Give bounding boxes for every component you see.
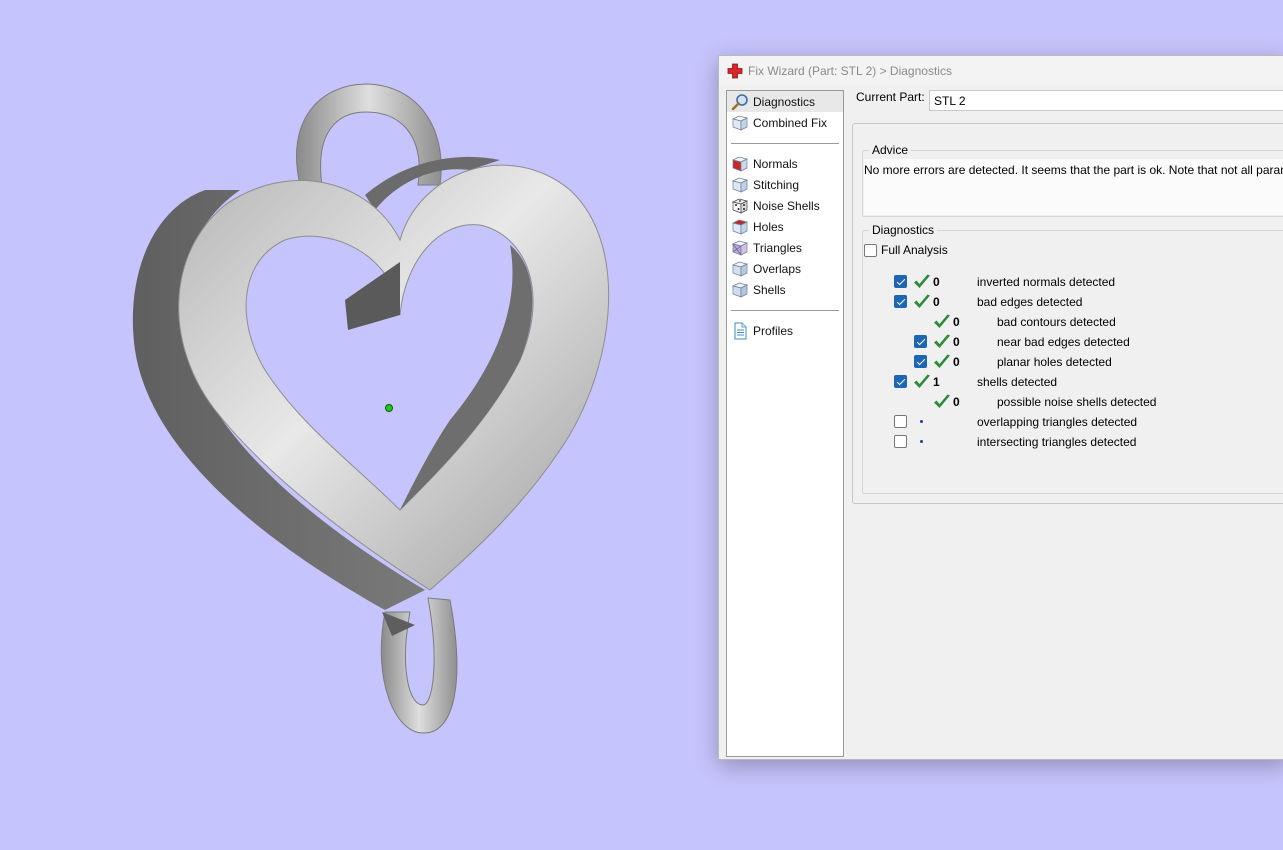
diagnostic-label: inverted normals detected [977, 275, 1116, 289]
red-cross-icon [727, 63, 743, 79]
diagnostics-panel: Advice Diagnostics No more errors are de… [852, 123, 1283, 504]
nav-item-label: Diagnostics [753, 94, 816, 109]
green-checkmark-icon [932, 312, 952, 332]
diagnostic-label: planar holes detected [997, 355, 1112, 369]
nav-item-triangles[interactable]: Triangles [727, 237, 843, 258]
nav-item-label: Noise Shells [753, 198, 820, 213]
full-analysis-row[interactable]: Full Analysis [864, 243, 948, 257]
nav-item-label: Triangles [753, 240, 802, 255]
nav-item-profiles[interactable]: Profiles [727, 320, 843, 341]
magnifier-icon [731, 93, 749, 111]
nav-separator [731, 310, 839, 311]
triangles-cube-icon [731, 239, 749, 257]
nav-item-label: Profiles [753, 323, 794, 338]
diagnostic-count: 0 [933, 295, 940, 309]
diagnostic-row-planar-holes-detected: 0 planar holes detected [853, 353, 1283, 371]
full-analysis-checkbox[interactable] [864, 243, 877, 257]
rotation-center-marker [385, 404, 393, 412]
diagnostic-checkbox[interactable] [914, 335, 927, 348]
normals-cube-icon [731, 155, 749, 173]
nav-item-label: Combined Fix [753, 115, 828, 130]
diagnostic-row-possible-noise-shells-detected: 0 possible noise shells detected [853, 393, 1283, 411]
green-checkmark-icon [912, 272, 932, 292]
cube-icon [731, 114, 749, 132]
diagnostic-label: bad edges detected [977, 295, 1083, 309]
diagnostic-count: 0 [933, 275, 940, 289]
current-part-field[interactable]: STL 2 [929, 90, 1283, 111]
fix-wizard-nav: Diagnostics Combined Fix Normals Stitching N… [726, 90, 844, 757]
nav-item-label: Normals [753, 156, 798, 171]
pending-dot-icon [920, 420, 923, 423]
diagnostic-checkbox[interactable] [894, 435, 907, 448]
diagnostic-count: 0 [953, 315, 960, 329]
current-part-label: Current Part: [856, 90, 925, 104]
diagnostic-checkbox[interactable] [894, 375, 907, 388]
full-analysis-label: Full Analysis [881, 243, 948, 257]
nav-item-holes[interactable]: Holes [727, 216, 843, 237]
stitching-cube-icon [731, 176, 749, 194]
diagnostic-count: 0 [953, 355, 960, 369]
diagnostic-row-inverted-normals-detected: 0 inverted normals detected [853, 273, 1283, 291]
diagnostic-checkbox[interactable] [894, 415, 907, 428]
nav-item-normals[interactable]: Normals [727, 153, 843, 174]
advice-group: Advice [862, 143, 1283, 217]
diagnostic-label: possible noise shells detected [997, 395, 1157, 409]
diagnostic-label: bad contours detected [997, 315, 1116, 329]
diagnostic-label: overlapping triangles detected [977, 415, 1138, 429]
3d-viewport[interactable] [0, 0, 720, 850]
nav-item-label: Overlaps [753, 261, 802, 276]
fix-wizard-dialog: Fix Wizard (Part: STL 2) > Diagnostics D… [718, 55, 1283, 760]
nav-item-shells[interactable]: Shells [727, 279, 843, 300]
nav-item-label: Holes [753, 219, 784, 234]
heart-pendant-model [132, 83, 610, 734]
green-checkmark-icon [932, 352, 952, 372]
diagnostic-row-bad-contours-detected: 0 bad contours detected [853, 313, 1283, 331]
diagnostic-label: shells detected [977, 375, 1058, 389]
green-checkmark-icon [932, 392, 952, 412]
pending-dot-icon [920, 440, 923, 443]
profiles-document-icon [731, 322, 749, 340]
diagnostic-row-intersecting-triangles-detected: intersecting triangles detected [853, 433, 1283, 451]
green-checkmark-icon [932, 332, 952, 352]
diagnostic-count: 0 [953, 395, 960, 409]
nav-item-overlaps[interactable]: Overlaps [727, 258, 843, 279]
shells-cube-icon [731, 281, 749, 299]
overlaps-cube-icon [731, 260, 749, 278]
diagnostic-count: 0 [953, 335, 960, 349]
nav-separator [731, 143, 839, 144]
green-checkmark-icon [912, 372, 932, 392]
diagnostic-row-bad-edges-detected: 0 bad edges detected [853, 293, 1283, 311]
dialog-title: Fix Wizard (Part: STL 2) > Diagnostics [748, 64, 952, 78]
diagnostic-label: near bad edges detected [997, 335, 1130, 349]
diagnostic-row-shells-detected: 1 shells detected [853, 373, 1283, 391]
nav-item-combined-fix[interactable]: Combined Fix [727, 112, 843, 133]
advice-legend: Advice [869, 143, 912, 157]
nav-item-diagnostics[interactable]: Diagnostics [727, 91, 843, 112]
diagnostic-row-near-bad-edges-detected: 0 near bad edges detected [853, 333, 1283, 351]
nav-item-label: Stitching [753, 177, 800, 192]
diagnostic-checkbox[interactable] [894, 295, 907, 308]
diagnostics-legend: Diagnostics [869, 223, 938, 237]
green-checkmark-icon [912, 292, 932, 312]
diagnostic-label: intersecting triangles detected [977, 435, 1137, 449]
advice-text: No more errors are detected. It seems th… [864, 163, 1283, 177]
nav-item-stitching[interactable]: Stitching [727, 174, 843, 195]
diagnostic-count: 1 [933, 375, 940, 389]
dialog-titlebar[interactable]: Fix Wizard (Part: STL 2) > Diagnostics [719, 56, 1283, 86]
diagnostic-row-overlapping-triangles-detected: overlapping triangles detected [853, 413, 1283, 431]
nav-item-label: Shells [753, 282, 786, 297]
diagnostic-checkbox[interactable] [894, 275, 907, 288]
nav-item-noise-shells[interactable]: Noise Shells [727, 195, 843, 216]
diagnostic-checkbox[interactable] [914, 355, 927, 368]
holes-cube-icon [731, 218, 749, 236]
noise-shells-icon [731, 197, 749, 215]
